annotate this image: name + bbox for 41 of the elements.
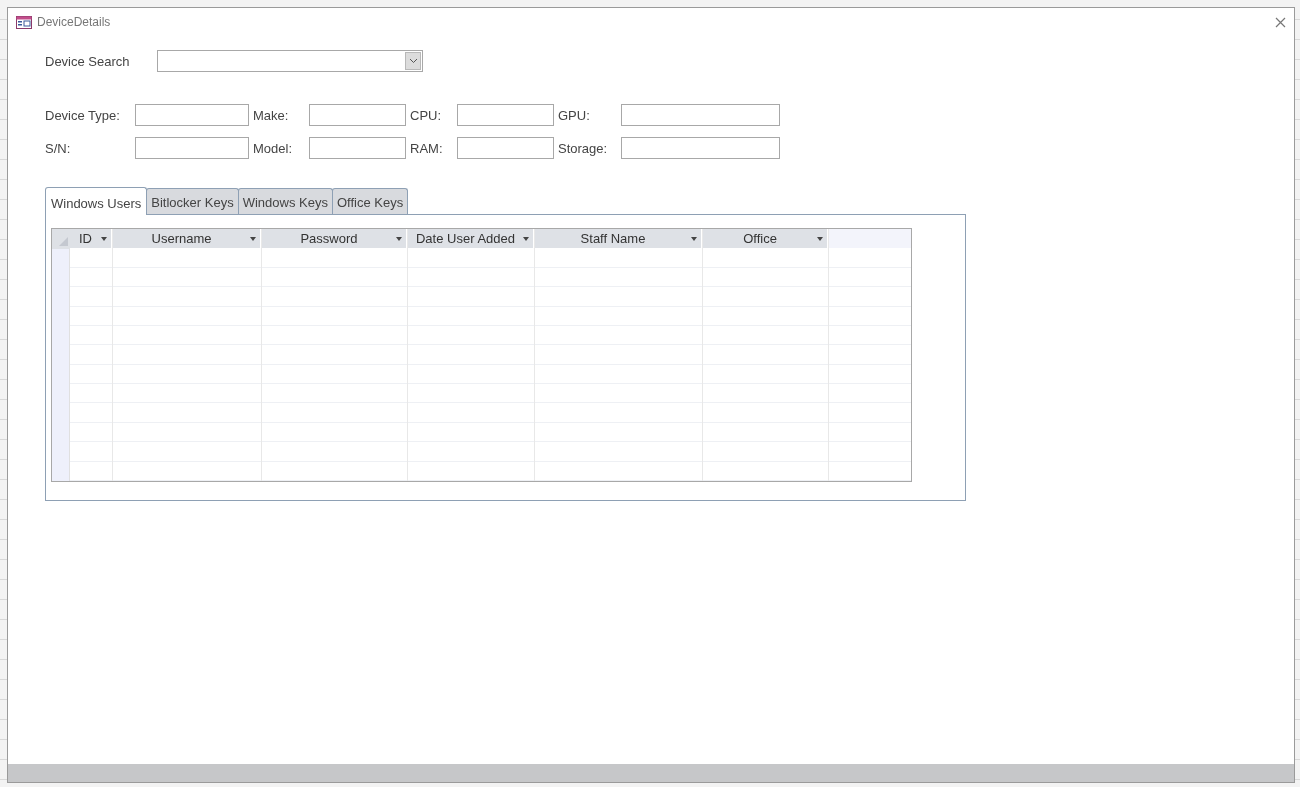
tab[interactable]: Windows Keys (237, 188, 333, 214)
sort-caret-icon[interactable] (101, 236, 107, 241)
column-header[interactable]: Username (113, 229, 261, 249)
sort-caret-icon[interactable] (250, 236, 256, 241)
field-label: Device Search (45, 53, 131, 69)
column-header[interactable]: Password (262, 229, 407, 249)
close-icon[interactable] (1275, 16, 1286, 28)
field-label: GPU: (558, 107, 591, 123)
chevron-down-icon[interactable] (408, 58, 418, 64)
select-all-icon[interactable] (52, 229, 70, 249)
column-header[interactable]: ID (70, 229, 112, 249)
dropdown-button[interactable] (405, 52, 421, 70)
sort-caret-icon[interactable] (523, 236, 529, 241)
field-label: RAM: (410, 140, 444, 156)
input-field[interactable] (457, 104, 554, 126)
input-field[interactable] (621, 104, 780, 126)
window-title: DeviceDetails (37, 15, 112, 29)
input-field[interactable] (309, 137, 406, 159)
field-label: CPU: (410, 107, 443, 123)
sort-caret-icon[interactable] (691, 236, 697, 241)
sort-caret-icon[interactable] (396, 236, 402, 241)
tab[interactable]: Windows Users (45, 187, 148, 215)
column-header[interactable]: Office (703, 229, 828, 249)
record-selector[interactable] (52, 249, 70, 481)
field-label: Model: (253, 140, 294, 156)
search-combo-box[interactable] (157, 50, 423, 72)
input-field[interactable] (309, 104, 406, 126)
sort-caret-icon[interactable] (817, 236, 823, 241)
field-label: Make: (253, 107, 290, 123)
tab[interactable]: Bitlocker Keys (146, 188, 239, 214)
field-label: S/N: (45, 140, 72, 156)
input-field[interactable] (621, 137, 780, 159)
input-field[interactable] (135, 137, 249, 159)
field-label: Device Type: (45, 107, 121, 123)
tab[interactable]: Office Keys (331, 188, 409, 214)
input-field[interactable] (457, 137, 554, 159)
column-header[interactable]: Staff Name (535, 229, 702, 249)
input-field[interactable] (135, 104, 249, 126)
form-icon (16, 15, 32, 29)
field-label: Storage: (558, 140, 609, 156)
column-header[interactable]: Date User Added (408, 229, 534, 249)
